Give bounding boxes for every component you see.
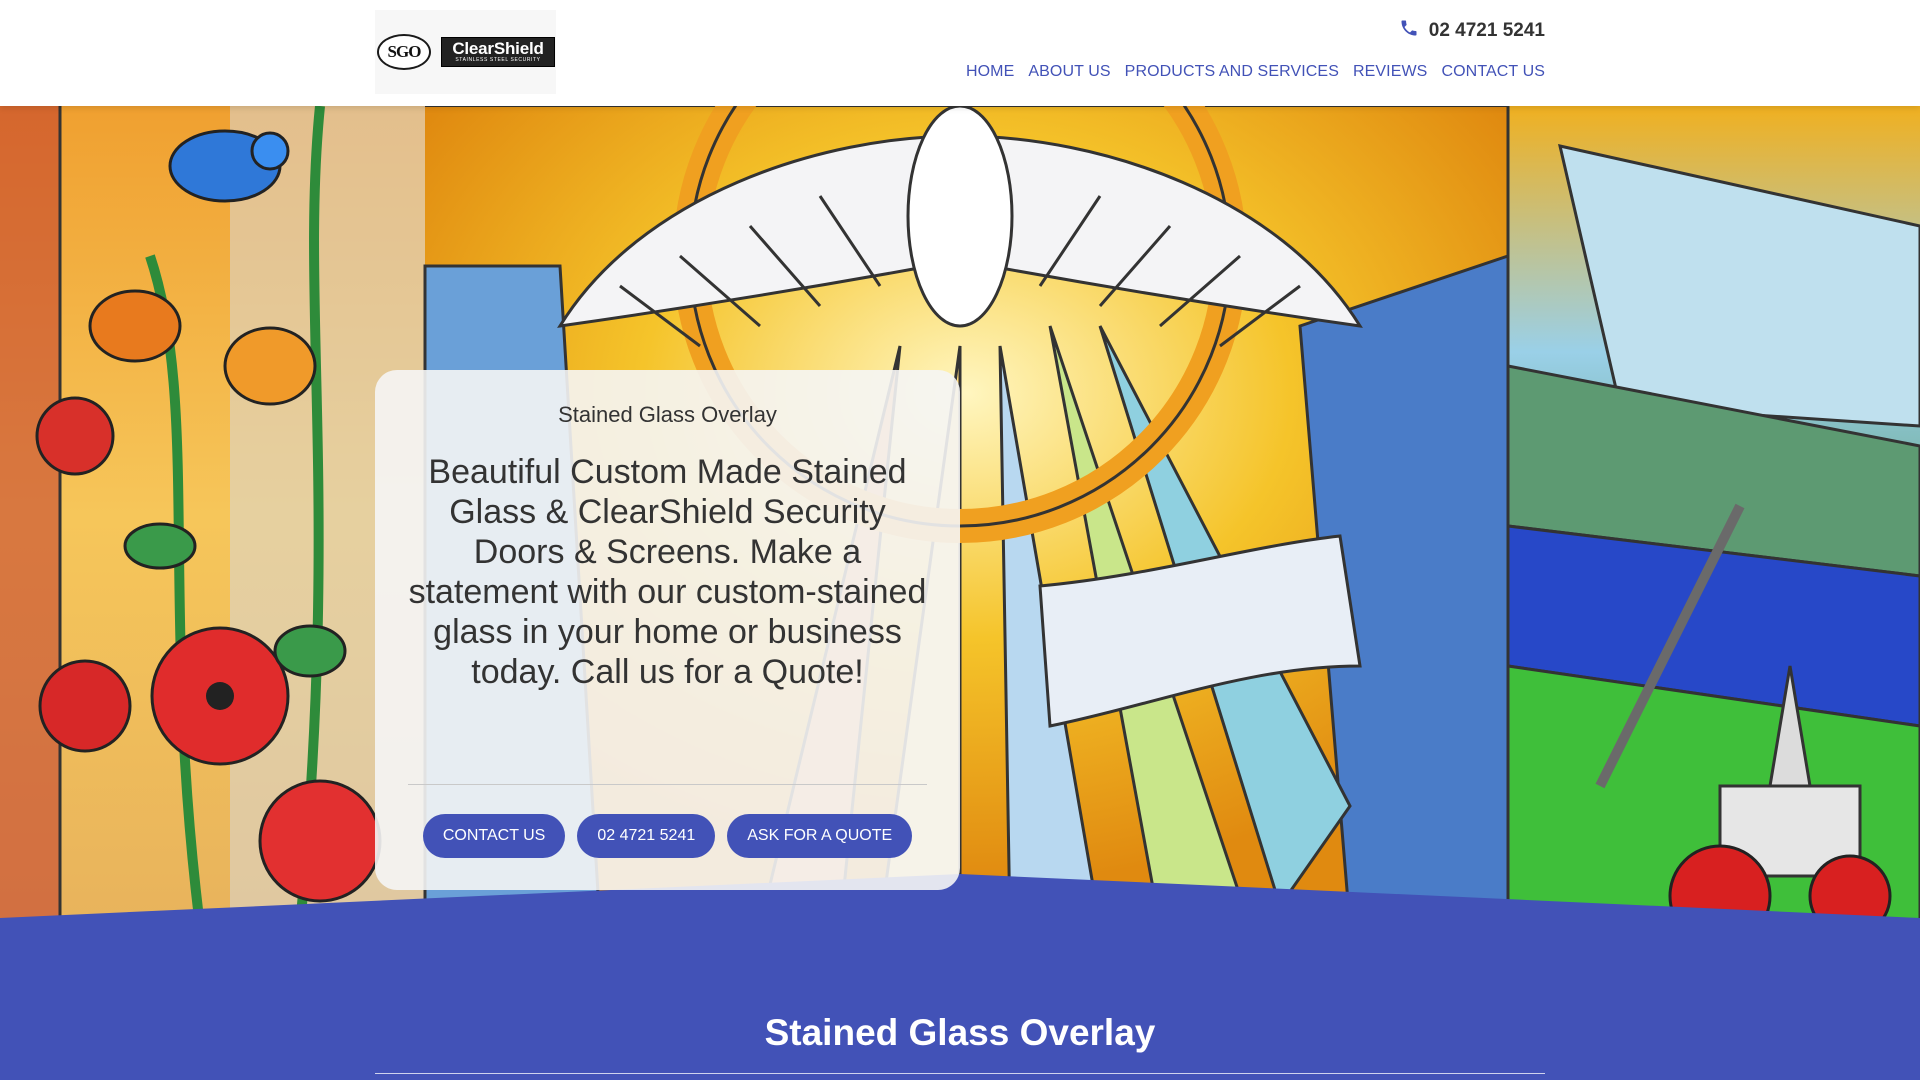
ask-for-quote-button[interactable]: ASK FOR A QUOTE (727, 814, 913, 858)
call-phone-button[interactable]: 02 4721 5241 (577, 814, 716, 858)
hero-divider (408, 784, 927, 785)
header-phone-number[interactable]: 02 4721 5241 (1429, 20, 1545, 42)
header-phone[interactable]: 02 4721 5241 (1399, 18, 1545, 44)
nav-contact-us[interactable]: CONTACT US (1441, 63, 1545, 81)
main-nav: HOME ABOUT US PRODUCTS AND SERVICES REVI… (966, 63, 1545, 81)
nav-home[interactable]: HOME (966, 63, 1014, 81)
hero-subtitle: Stained Glass Overlay (558, 402, 777, 427)
site-logo[interactable]: SGO ClearShield STAINLESS STEEL SECURITY (375, 10, 556, 94)
intro-section: Stained Glass Overlay (0, 918, 1920, 1080)
clearshield-logo-text: ClearShield (452, 39, 544, 58)
nav-about-us[interactable]: ABOUT US (1028, 63, 1110, 81)
hero-button-group: CONTACT US 02 4721 5241 ASK FOR A QUOTE (375, 814, 960, 858)
clearshield-logo: ClearShield STAINLESS STEEL SECURITY (441, 37, 555, 67)
stained-glass-background-image (0, 106, 1920, 926)
site-header: SGO ClearShield STAINLESS STEEL SECURITY… (0, 0, 1920, 106)
hero-card: Stained Glass Overlay Beautiful Custom M… (375, 370, 960, 890)
nav-products-and-services[interactable]: PRODUCTS AND SERVICES (1125, 63, 1339, 81)
section-title: Stained Glass Overlay (764, 1012, 1156, 1053)
phone-icon (1399, 18, 1419, 44)
sgo-logo-mark: SGO (377, 34, 431, 70)
clearshield-logo-subtext: STAINLESS STEEL SECURITY (455, 57, 541, 63)
hero-section: Stained Glass Overlay Beautiful Custom M… (0, 106, 1920, 926)
contact-us-button[interactable]: CONTACT US (422, 814, 566, 858)
nav-reviews[interactable]: REVIEWS (1353, 63, 1428, 81)
hero-title: Beautiful Custom Made Stained Glass & Cl… (408, 453, 927, 691)
section-divider (375, 1073, 1545, 1074)
